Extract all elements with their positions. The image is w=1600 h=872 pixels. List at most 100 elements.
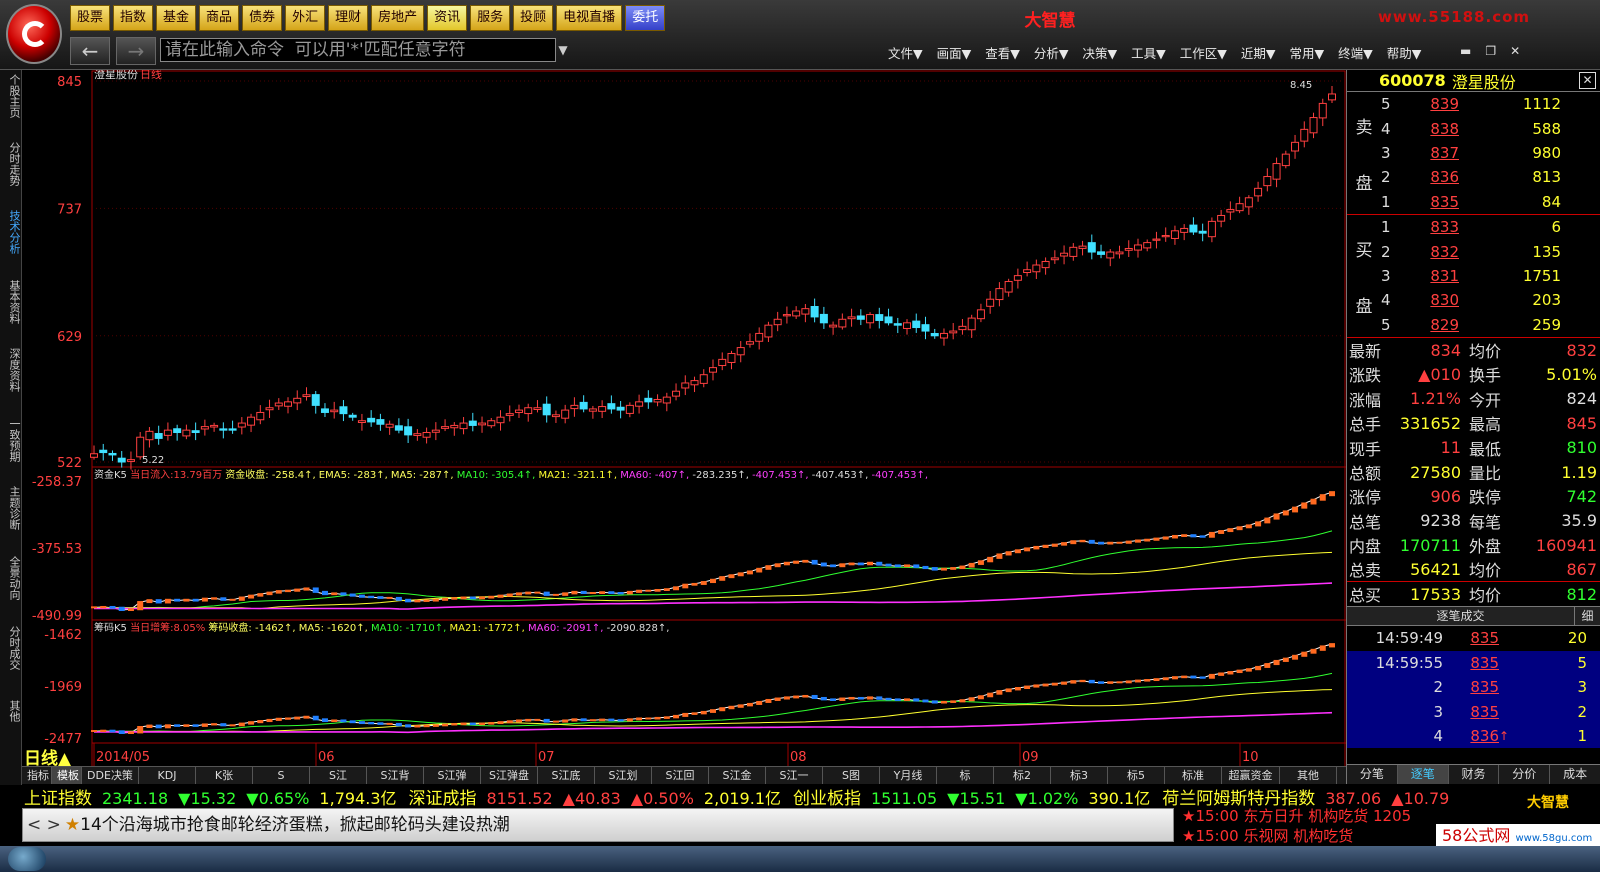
- price[interactable]: 837: [1397, 144, 1459, 162]
- nav-button-3[interactable]: 商品: [199, 5, 240, 31]
- back-arrow-icon[interactable]: ←: [70, 37, 110, 65]
- menu-item-6[interactable]: 工作区▼: [1180, 43, 1227, 62]
- menu-item-7[interactable]: 近期▼: [1241, 43, 1276, 62]
- index-item[interactable]: 荷兰阿姆斯特丹指数 387.06 ▲10.79: [1160, 784, 1449, 809]
- news-bar[interactable]: < > ★14个沿海城市抢食邮轮经济蛋糕，掀起邮轮码头建设热潮: [22, 808, 1174, 842]
- tick-row[interactable]: 4 836 ↑ 1: [1347, 723, 1600, 749]
- left-tab-4[interactable]: 深度资料: [2, 348, 21, 392]
- left-tab-9[interactable]: 其他: [2, 700, 21, 722]
- left-tab-3[interactable]: 基本资料: [2, 280, 21, 324]
- nav-button-2[interactable]: 基金: [156, 5, 197, 31]
- menu-item-2[interactable]: 查看▼: [985, 43, 1020, 62]
- indicator-tab-22[interactable]: 超赢资金: [1222, 767, 1280, 784]
- left-tab-7[interactable]: 全景动向: [2, 556, 21, 600]
- quote-tab-0[interactable]: 分笔: [1347, 765, 1398, 784]
- indicator-tab-7[interactable]: S江背: [367, 767, 424, 784]
- price[interactable]: 833: [1397, 218, 1459, 236]
- news-nav-icon[interactable]: < >: [27, 815, 61, 835]
- indicator-tab-8[interactable]: S江弹: [424, 767, 481, 784]
- left-tab-2[interactable]: 技术分析: [2, 210, 21, 254]
- command-dropdown-icon[interactable]: ▼: [556, 38, 570, 62]
- indicator-tab-15[interactable]: S图: [823, 767, 880, 784]
- quote-tab-2[interactable]: 财务: [1449, 765, 1500, 784]
- ticks-title[interactable]: 逐笔成交: [1347, 607, 1574, 625]
- price[interactable]: 835: [1397, 193, 1459, 211]
- close-window-icon[interactable]: ✕: [1510, 44, 1520, 58]
- quote-tab-3[interactable]: 分价: [1499, 765, 1551, 784]
- tick-row[interactable]: 14:59:49 835 20: [1347, 626, 1600, 650]
- price[interactable]: 832: [1397, 243, 1459, 261]
- indicator-tab-11[interactable]: S江划: [595, 767, 652, 784]
- start-button[interactable]: [8, 847, 46, 871]
- index-item[interactable]: 深证成指 8151.52 ▲40.83 ▲0.50% 2,019.1亿: [407, 784, 782, 809]
- price[interactable]: 836: [1397, 168, 1459, 186]
- nav-button-10[interactable]: 投顾: [513, 5, 554, 31]
- price[interactable]: 830: [1397, 291, 1459, 309]
- indicator-tab-20[interactable]: 标5: [1108, 767, 1165, 784]
- news-headline[interactable]: 14个沿海城市抢食邮轮经济蛋糕，掀起邮轮码头建设热潮: [80, 815, 510, 835]
- indicator-tab-21[interactable]: 标准: [1165, 767, 1222, 784]
- sell-row[interactable]: 4 838 588: [1347, 116, 1600, 140]
- command-input[interactable]: [160, 38, 556, 62]
- tick-row[interactable]: 2 835 3: [1347, 674, 1600, 700]
- price[interactable]: 831: [1397, 267, 1459, 285]
- quote-tab-1[interactable]: 逐笔: [1397, 765, 1449, 784]
- menu-item-1[interactable]: 画面▼: [937, 43, 972, 62]
- left-tab-8[interactable]: 分时成交: [2, 626, 21, 670]
- nav-button-0[interactable]: 股票: [70, 5, 111, 31]
- price[interactable]: 838: [1397, 120, 1459, 138]
- menu-item-4[interactable]: 决策▼: [1083, 43, 1118, 62]
- menu-item-8[interactable]: 常用▼: [1290, 43, 1325, 62]
- indicator-tab-14[interactable]: S江一: [766, 767, 823, 784]
- price[interactable]: 829: [1397, 316, 1459, 334]
- chart-area[interactable]: 845 737 629 522 澄星股份 日线 8.45 5.22 2014/05 06 07 08 0…: [22, 70, 1346, 770]
- ticks-detail-button[interactable]: 细: [1574, 607, 1600, 626]
- index-item[interactable]: 上证指数 2341.18 ▼15.32 ▼0.65% 1,794.3亿: [22, 784, 397, 809]
- menu-item-3[interactable]: 分析▼: [1034, 43, 1069, 62]
- sell-row[interactable]: 3 837 980: [1347, 141, 1600, 165]
- alert-item[interactable]: ★15:00 东方日升 机构吃货 1205: [1182, 806, 1492, 826]
- quote-tab-4[interactable]: 成本: [1550, 765, 1600, 784]
- indicator-tab-5[interactable]: S: [253, 767, 310, 784]
- buy-row[interactable]: 1 833 6: [1347, 215, 1600, 239]
- nav-button-9[interactable]: 服务: [470, 5, 511, 31]
- nav-button-8[interactable]: 资讯: [427, 5, 468, 31]
- indicator-tab-6[interactable]: S江: [310, 767, 367, 784]
- indicator-tab-18[interactable]: 标2: [994, 767, 1051, 784]
- price[interactable]: 839: [1397, 95, 1459, 113]
- sell-row[interactable]: 5 839 1112: [1347, 92, 1600, 116]
- buy-row[interactable]: 5 829 259: [1347, 313, 1600, 337]
- nav-button-5[interactable]: 外汇: [285, 5, 326, 31]
- indicator-tab-10[interactable]: S江底: [538, 767, 595, 784]
- menu-item-10[interactable]: 帮助▼: [1387, 43, 1422, 62]
- tick-row[interactable]: 14:59:55 835 5: [1347, 650, 1600, 675]
- index-item[interactable]: 创业板指 1511.05 ▼15.51 ▼1.02% 390.1亿: [791, 784, 1150, 809]
- menu-item-9[interactable]: 终端▼: [1338, 43, 1373, 62]
- indicator-tab-16[interactable]: Y月线: [880, 767, 937, 784]
- left-tab-5[interactable]: 一致预期: [2, 418, 21, 462]
- restore-icon[interactable]: ❐: [1485, 44, 1496, 58]
- nav-button-4[interactable]: 债券: [242, 5, 283, 31]
- close-icon[interactable]: ✕: [1579, 72, 1596, 89]
- indicator-tab-9[interactable]: S江弹盘: [481, 767, 538, 784]
- nav-button-11[interactable]: 电视直播: [556, 5, 623, 31]
- nav-button-1[interactable]: 指数: [113, 5, 154, 31]
- indicator-tab-12[interactable]: S江回: [652, 767, 709, 784]
- indicator-tab-4[interactable]: K张: [196, 767, 253, 784]
- left-tab-0[interactable]: 个股主页: [2, 74, 21, 118]
- buy-row[interactable]: 3 831 1751: [1347, 264, 1600, 288]
- buy-row[interactable]: 4 830 203: [1347, 288, 1600, 312]
- indicator-tab-13[interactable]: S江金: [709, 767, 766, 784]
- left-tab-6[interactable]: 主题诊断: [2, 486, 21, 530]
- indicator-tab-1[interactable]: 模板: [52, 767, 82, 784]
- indicator-tab-19[interactable]: 标3: [1051, 767, 1108, 784]
- sell-row[interactable]: 1 835 84: [1347, 190, 1600, 214]
- indicator-tab-17[interactable]: 标: [937, 767, 994, 784]
- indicator-tab-23[interactable]: 其他: [1280, 767, 1337, 784]
- indicator-tab-2[interactable]: DDE决策: [82, 767, 139, 784]
- kline-chart[interactable]: 845 737 629 522 澄星股份 日线 8.45 5.22 2014/05 06 07 08 0…: [22, 70, 1346, 770]
- nav-button-7[interactable]: 房地产: [371, 5, 425, 31]
- menu-item-0[interactable]: 文件▼: [888, 43, 923, 62]
- indicator-tab-3[interactable]: KDJ: [139, 767, 196, 784]
- left-tab-1[interactable]: 分时走势: [2, 142, 21, 186]
